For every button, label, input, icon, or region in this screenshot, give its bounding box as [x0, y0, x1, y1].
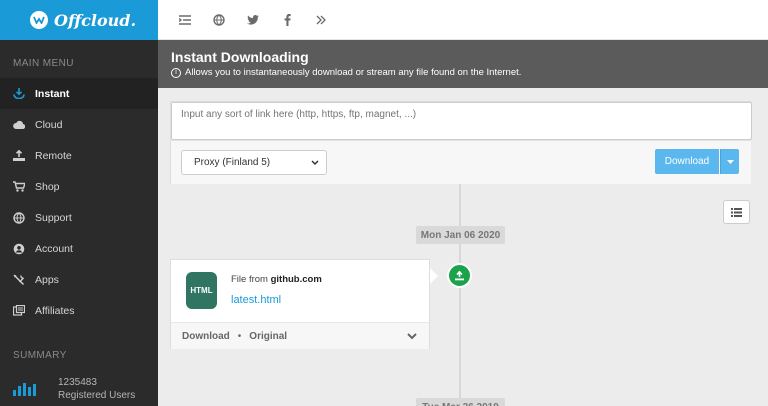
affiliates-icon — [13, 305, 25, 317]
sidebar-item-account[interactable]: Account — [0, 233, 158, 264]
info-icon: i — [171, 67, 181, 78]
separator-dot: • — [237, 330, 242, 342]
sidebar-item-label: Account — [35, 242, 73, 255]
caret-down-icon — [726, 159, 734, 164]
brand-name: Offcloud. — [54, 10, 137, 30]
apps-icon — [13, 273, 25, 286]
download-options-button[interactable] — [720, 149, 739, 174]
bar-chart-icon — [13, 382, 36, 396]
logo-icon — [30, 11, 48, 29]
sidebar-item-label: Shop — [35, 180, 60, 193]
sidebar-item-label: Cloud — [35, 118, 63, 131]
instant-icon — [13, 88, 25, 100]
remote-icon — [13, 150, 25, 162]
cloud-icon — [13, 119, 25, 131]
sidebar: MAIN MENU Instant Cloud Remote Shop Supp… — [0, 40, 158, 406]
chevron-down-icon[interactable] — [407, 332, 417, 342]
proxy-selected-value: Proxy (Finland 5) — [194, 157, 271, 168]
top-toolbar — [158, 0, 768, 40]
download-link[interactable]: Download — [182, 331, 230, 342]
sidebar-item-label: Affiliates — [35, 304, 75, 317]
list-icon — [731, 207, 742, 217]
input-panel: Proxy (Finland 5) Download — [170, 101, 752, 184]
brand-logo[interactable]: Offcloud. — [0, 0, 158, 40]
file-name-link[interactable]: latest.html — [231, 294, 281, 306]
download-complete-icon — [447, 263, 472, 288]
timeline-date-badge: Mon Jan 06 2020 — [416, 226, 505, 244]
file-source: File from github.com — [231, 274, 322, 285]
card-actions: Download • Original — [171, 322, 429, 349]
sidebar-item-affiliates[interactable]: Affiliates — [0, 295, 158, 326]
card-pointer — [430, 268, 438, 284]
timeline-date-badge: Tue Mar 26 2019 — [416, 398, 505, 406]
twitter-icon[interactable] — [236, 0, 270, 40]
registered-users-count: 1235483 — [58, 377, 97, 388]
registered-users-stat: 1235483 Registered Users — [0, 376, 158, 402]
sidebar-item-apps[interactable]: Apps — [0, 264, 158, 295]
page-title: Instant Downloading — [171, 49, 309, 65]
sidebar-item-remote[interactable]: Remote — [0, 140, 158, 171]
original-link[interactable]: Original — [249, 331, 287, 342]
page-header: Instant Downloading i Allows you to inst… — [158, 40, 768, 88]
facebook-icon[interactable] — [270, 0, 304, 40]
page-subtitle: Allows you to instantaneously download o… — [185, 67, 522, 78]
sidebar-item-label: Remote — [35, 149, 72, 162]
sidebar-item-label: Support — [35, 211, 72, 224]
file-source-domain: github.com — [270, 274, 322, 285]
globe-icon[interactable] — [202, 0, 236, 40]
chevron-down-icon — [311, 159, 319, 168]
sidebar-item-cloud[interactable]: Cloud — [0, 109, 158, 140]
sidebar-item-support[interactable]: Support — [0, 202, 158, 233]
html-file-icon: HTML — [186, 272, 217, 309]
proxy-select[interactable]: Proxy (Finland 5) — [181, 150, 327, 175]
more-icon[interactable] — [304, 0, 338, 40]
download-button[interactable]: Download — [655, 149, 719, 174]
sidebar-item-label: Instant — [35, 87, 70, 100]
main-menu-label: MAIN MENU — [13, 58, 74, 69]
registered-users-label: Registered Users — [58, 390, 136, 401]
summary-label: SUMMARY — [13, 350, 67, 361]
account-icon — [13, 243, 25, 255]
file-source-prefix: File from — [231, 274, 268, 285]
sidebar-item-instant[interactable]: Instant — [0, 78, 158, 109]
link-input[interactable] — [171, 102, 752, 140]
cart-icon — [13, 181, 25, 193]
collapse-icon[interactable] — [168, 0, 202, 40]
sidebar-item-label: Apps — [35, 273, 59, 286]
download-card: HTML File from github.com latest.html Do… — [170, 259, 430, 349]
sidebar-item-shop[interactable]: Shop — [0, 171, 158, 202]
list-view-button[interactable] — [723, 200, 750, 224]
support-icon — [13, 211, 25, 224]
timeline-line — [459, 184, 461, 406]
